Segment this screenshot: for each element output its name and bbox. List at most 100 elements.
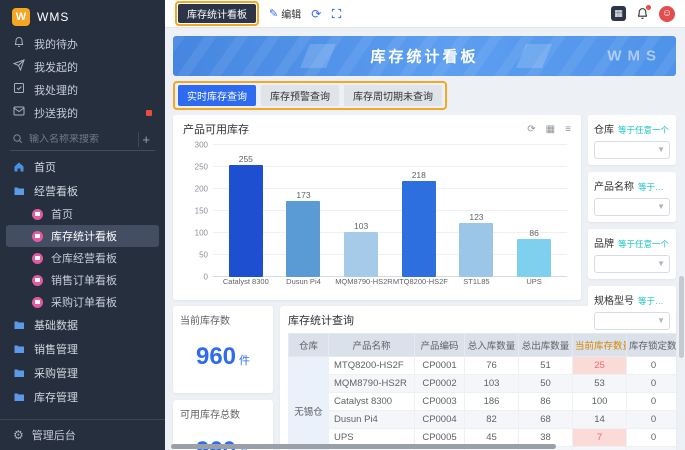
- grid-view-icon[interactable]: ▦: [546, 124, 555, 135]
- avatar[interactable]: ☺: [659, 6, 675, 22]
- table-row[interactable]: Dusun Pi4 CP0004 82 68 14 0: [289, 411, 677, 429]
- vertical-scrollbar[interactable]: [679, 276, 684, 358]
- nav-label: 库存管理: [34, 389, 78, 405]
- sidebar-search: +: [10, 129, 155, 151]
- table-row[interactable]: MQM8790-HS2R CP0002 103 50 53 0: [289, 375, 677, 393]
- tab-inventory-period[interactable]: 库存周切期未查询: [344, 85, 442, 106]
- edit-button[interactable]: ✎ 编辑: [269, 6, 301, 21]
- menu-icon[interactable]: ≡: [565, 124, 571, 135]
- col-locked-qty: 库存锁定数量: [627, 334, 677, 357]
- bell-icon: [13, 36, 25, 51]
- table-header-row: 仓库 产品名称 产品编码 总入库数量 总出库数量 当前库存数量 库存锁定数量: [289, 334, 677, 357]
- col-product-name: 产品名称: [329, 334, 415, 357]
- chart-xtick-label: MTQ8200-HS2F: [393, 277, 445, 286]
- tab-realtime-inventory[interactable]: 实时库存查询: [178, 85, 256, 106]
- filter-operator[interactable]: 等于任意一个: [638, 181, 670, 193]
- sidebar-group-inventory-mgmt[interactable]: 库存管理: [0, 385, 165, 409]
- notification-badge: [646, 5, 651, 10]
- add-button[interactable]: +: [138, 132, 153, 147]
- filter-panel: 仓库 等于任意一个 ▼ 产品名称 等于任意一个 ▼ 品牌 等于任意一个 ▼: [588, 115, 676, 300]
- folder-icon: [13, 343, 25, 355]
- sidebar-group-purchase-mgmt[interactable]: 采购管理: [0, 361, 165, 385]
- sidebar-item-warehouse-board[interactable]: 仓库经营看板: [6, 247, 159, 269]
- filter-warehouse: 仓库 等于任意一个 ▼: [588, 115, 676, 165]
- main-content: 库存统计看板 WMS 实时库存查询 库存预警查询 库存周切期未查询 产品可用库存…: [165, 28, 685, 450]
- chart-bar-group: 218: [393, 170, 445, 277]
- stat-current-inventory: 当前库存数 960件: [173, 306, 273, 393]
- stat-unit: 件: [239, 355, 250, 367]
- home-icon: [13, 161, 25, 173]
- sidebar: W WMS 我的待办 我发起的 我处理的 抄送我的 + 首页 经营看板 首页: [0, 0, 165, 450]
- filter-operator[interactable]: 等于任意一个: [618, 124, 669, 136]
- sidebar-item-cc-to-me[interactable]: 抄送我的: [0, 101, 165, 124]
- nav-label: 首页: [51, 206, 73, 222]
- bar-value-label: 218: [412, 170, 426, 180]
- apps-grid-icon[interactable]: ▦: [611, 6, 626, 21]
- table-row[interactable]: Catalyst 8300 CP0003 186 86 100 0: [289, 393, 677, 411]
- chart-bar-4[interactable]: [459, 223, 493, 277]
- monitor-icon: [32, 297, 43, 308]
- sidebar-item-handled-by-me[interactable]: 我处理的: [0, 78, 165, 101]
- footer-label: 管理后台: [32, 427, 76, 443]
- admin-console-button[interactable]: ⚙ 管理后台: [0, 419, 165, 450]
- sidebar-item-sales-order-board[interactable]: 销售订单看板: [6, 269, 159, 291]
- app-logo: W WMS: [0, 0, 165, 32]
- sidebar-item-inventory-stats-board[interactable]: 库存统计看板: [6, 225, 159, 247]
- notification-bell-icon[interactable]: [636, 7, 649, 20]
- sidebar-item-initiated-by-me[interactable]: 我发起的: [0, 55, 165, 78]
- chart-ytick-label: 50: [186, 251, 208, 260]
- search-input[interactable]: [29, 134, 132, 145]
- monitor-icon: [32, 231, 43, 242]
- chart-bar-5[interactable]: [517, 239, 551, 277]
- monitor-icon: [32, 209, 43, 220]
- menu-label: 我发起的: [34, 59, 78, 75]
- sidebar-item-board-home[interactable]: 首页: [6, 203, 159, 225]
- sidebar-group-base-data[interactable]: 基础数据: [0, 313, 165, 337]
- monitor-icon: [32, 253, 43, 264]
- open-tab-inventory-stats[interactable]: 库存统计看板: [178, 4, 256, 23]
- spec-model-select[interactable]: ▼: [594, 312, 670, 330]
- warehouse-cell: 无锡仓: [289, 357, 329, 450]
- filter-label: 品牌: [594, 235, 614, 250]
- chart-bar-group: 103: [335, 221, 387, 277]
- topbar: 库存统计看板 ✎ 编辑 ⟳ ▦ ☺: [165, 0, 685, 28]
- stat-value: 960: [196, 343, 236, 370]
- alert-cell: 7: [573, 429, 627, 447]
- sidebar-item-my-todo[interactable]: 我的待办: [0, 32, 165, 55]
- col-warehouse: 仓库: [289, 334, 329, 357]
- menu-label: 我处理的: [34, 82, 78, 98]
- chart-xlabels: Catalyst 8300Dusun Pi4MQM8790-HS2RMTQ820…: [213, 277, 567, 286]
- chart-bar-2[interactable]: [344, 232, 378, 277]
- refresh-icon[interactable]: ⟳: [527, 124, 535, 135]
- filter-operator[interactable]: 等于任意一个: [618, 238, 669, 250]
- page-title: 库存统计看板: [370, 46, 478, 67]
- warehouse-select[interactable]: ▼: [594, 141, 670, 159]
- edit-label: 编辑: [281, 6, 301, 21]
- chart-bar-3[interactable]: [402, 181, 436, 277]
- banner-decoration: [300, 44, 336, 68]
- chart-bar-0[interactable]: [229, 165, 263, 277]
- mail-icon: [13, 105, 25, 120]
- chart-xtick-label: Catalyst 8300: [220, 277, 272, 286]
- col-total-in: 总入库数量: [465, 334, 519, 357]
- product-name-select[interactable]: ▼: [594, 198, 670, 216]
- refresh-icon[interactable]: ⟳: [311, 7, 321, 21]
- annotation-box-view-tabs: 实时库存查询 库存预警查询 库存周切期未查询: [173, 81, 447, 110]
- table-row[interactable]: 无锡仓 MTQ8200-HS2F CP0001 76 51 25 0: [289, 357, 677, 375]
- chart-ytick-label: 100: [186, 229, 208, 238]
- sidebar-group-sales-mgmt[interactable]: 销售管理: [0, 337, 165, 361]
- horizontal-scrollbar[interactable]: [171, 444, 556, 449]
- brand-select[interactable]: ▼: [594, 255, 670, 273]
- folder-icon: [13, 391, 25, 403]
- sidebar-group-business-boards[interactable]: 经营看板: [0, 179, 165, 203]
- nav-label: 采购订单看板: [51, 294, 117, 310]
- fullscreen-icon[interactable]: [331, 8, 342, 19]
- folder-icon: [13, 367, 25, 379]
- unread-badge: [146, 110, 152, 116]
- banner-decoration: [516, 44, 552, 68]
- chart-bar-1[interactable]: [286, 201, 320, 277]
- pencil-icon: ✎: [269, 7, 278, 20]
- tab-inventory-warning[interactable]: 库存预警查询: [261, 85, 339, 106]
- sidebar-item-purchase-order-board[interactable]: 采购订单看板: [6, 291, 159, 313]
- sidebar-item-home[interactable]: 首页: [0, 155, 165, 179]
